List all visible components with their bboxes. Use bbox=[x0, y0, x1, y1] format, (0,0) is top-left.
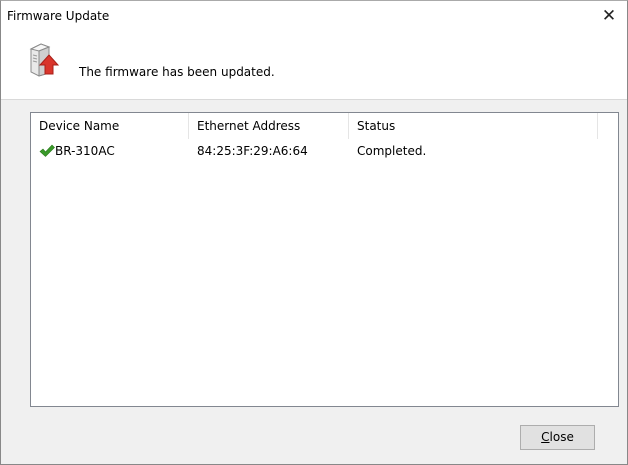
window-title: Firmware Update bbox=[7, 9, 110, 23]
message-header: The firmware has been updated. bbox=[1, 31, 627, 100]
check-icon bbox=[39, 144, 55, 158]
column-ethernet-address[interactable]: Ethernet Address bbox=[189, 113, 349, 139]
firmware-update-icon bbox=[27, 41, 60, 77]
device-list-header: Device Name Ethernet Address Status bbox=[31, 113, 618, 139]
close-label: lose bbox=[549, 430, 574, 444]
update-message: The firmware has been updated. bbox=[79, 65, 275, 79]
close-mnemonic: C bbox=[541, 430, 550, 444]
title-bar: Firmware Update ✕ bbox=[1, 1, 627, 31]
column-status[interactable]: Status bbox=[349, 113, 598, 139]
window-close-button[interactable]: ✕ bbox=[591, 1, 627, 31]
device-name-cell: BR-310AC bbox=[55, 144, 115, 158]
ethernet-address-cell: 84:25:3F:29:A6:64 bbox=[197, 144, 308, 158]
firmware-update-dialog: Firmware Update ✕ The firmware has been … bbox=[0, 0, 628, 465]
status-cell: Completed. bbox=[357, 144, 427, 158]
column-device-name[interactable]: Device Name bbox=[31, 113, 189, 139]
device-list[interactable]: Device Name Ethernet Address Status BR-3… bbox=[30, 112, 619, 407]
close-button[interactable]: Close bbox=[520, 425, 595, 450]
table-row[interactable]: BR-310AC 84:25:3F:29:A6:64 Completed. bbox=[31, 141, 618, 161]
